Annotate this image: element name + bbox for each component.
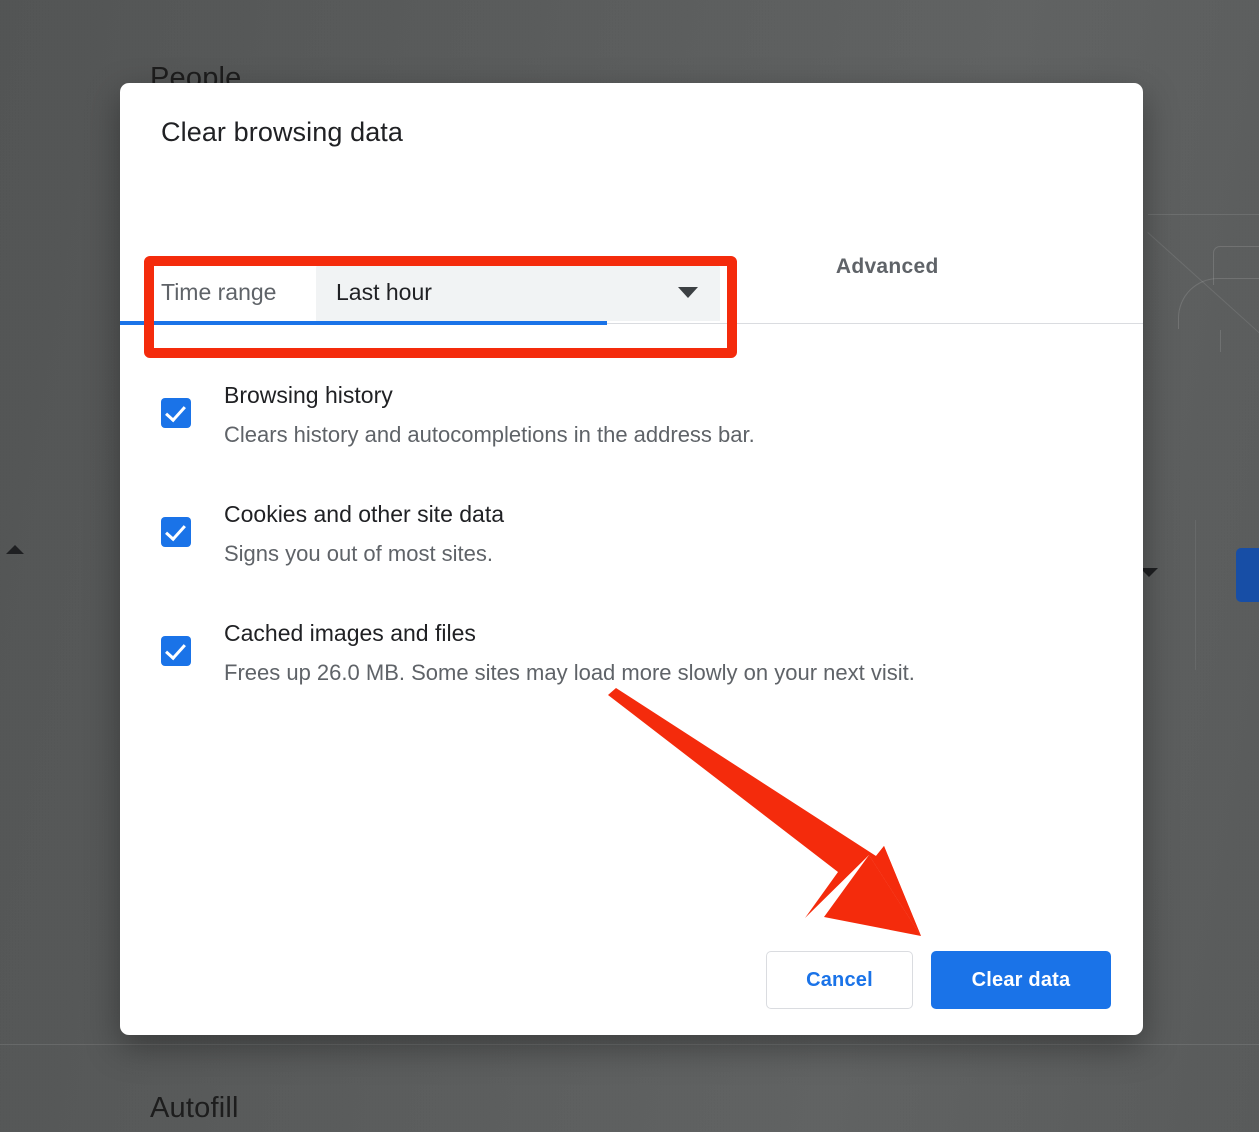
list-item[interactable]: Browsing history Clears history and auto… xyxy=(161,373,1111,452)
time-range-label: Time range xyxy=(161,278,277,305)
data-type-list: Browsing history Clears history and auto… xyxy=(161,373,1111,730)
time-range-select[interactable]: Last hour xyxy=(316,263,720,321)
list-item-text: Browsing history Clears history and auto… xyxy=(224,373,755,452)
chevron-up-icon[interactable] xyxy=(6,545,24,554)
checkbox-browsing-history[interactable] xyxy=(161,398,191,428)
background-section-autofill: Autofill xyxy=(150,1092,239,1124)
clear-data-button[interactable]: Clear data xyxy=(931,951,1111,1009)
list-item[interactable]: Cached images and files Frees up 26.0 MB… xyxy=(161,611,1111,690)
option-description: Frees up 26.0 MB. Some sites may load mo… xyxy=(224,660,915,685)
background-divider xyxy=(0,1044,1259,1045)
time-range-value: Last hour xyxy=(336,278,432,305)
dialog-title: Clear browsing data xyxy=(161,117,404,147)
time-range-row: Time range Last hour xyxy=(161,263,720,321)
chevron-down-icon xyxy=(678,287,698,298)
cloud-icon xyxy=(1220,330,1222,352)
clear-browsing-data-dialog: Clear browsing data Basic Advanced Time … xyxy=(120,83,1143,1035)
background-divider xyxy=(1195,520,1196,670)
checkbox-cached-images-and-files[interactable] xyxy=(161,636,191,666)
dialog-footer: Cancel Clear data xyxy=(766,951,1111,1009)
list-item-text: Cookies and other site data Signs you ou… xyxy=(224,492,504,571)
screenshot-root: People Autofill Clear browsing data Basi… xyxy=(0,0,1259,1132)
list-item-text: Cached images and files Frees up 26.0 MB… xyxy=(224,611,915,690)
option-title: Cached images and files xyxy=(224,620,476,646)
cancel-button[interactable]: Cancel xyxy=(766,951,913,1009)
option-description: Signs you out of most sites. xyxy=(224,541,494,566)
background-primary-button[interactable] xyxy=(1236,548,1259,602)
checkbox-cookies-and-other-site-data[interactable] xyxy=(161,517,191,547)
option-description: Clears history and autocompletions in th… xyxy=(224,422,755,447)
list-item[interactable]: Cookies and other site data Signs you ou… xyxy=(161,492,1111,571)
option-title: Browsing history xyxy=(224,382,393,408)
option-title: Cookies and other site data xyxy=(224,501,505,527)
background-divider xyxy=(1148,214,1259,215)
active-tab-indicator xyxy=(120,321,607,325)
